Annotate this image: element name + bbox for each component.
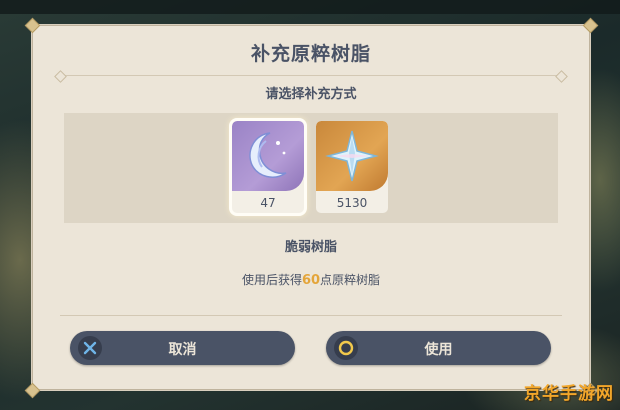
description-suffix: 点原粹树脂	[320, 273, 381, 287]
selected-item-name: 脆弱树脂	[284, 240, 337, 255]
rarity-background	[316, 121, 388, 191]
item-selection-area: 47 5130	[64, 113, 558, 223]
replenish-resin-dialog: 补充原粹树脂 请选择补充方式 47 5130 脆弱树脂 使用后获得60点原粹树脂…	[31, 24, 591, 391]
site-watermark: 京华手游网	[524, 384, 614, 404]
button-divider	[60, 315, 562, 316]
cancel-label: 取消	[168, 342, 197, 358]
item-count: 47	[260, 196, 276, 210]
use-label: 使用	[424, 342, 453, 358]
cancel-button[interactable]: 取消	[70, 331, 295, 365]
resin-amount: 60	[301, 273, 321, 288]
dialog-subtitle: 请选择补充方式	[265, 87, 357, 102]
fragile-resin-item[interactable]: 47	[232, 121, 304, 213]
corner-ornament	[25, 18, 39, 32]
primogem-item[interactable]: 5130	[316, 121, 388, 213]
item-count: 5130	[336, 196, 368, 210]
dialog-title: 补充原粹树脂	[250, 43, 371, 65]
rarity-background	[232, 121, 304, 191]
item-effect-description: 使用后获得60点原粹树脂	[32, 271, 590, 288]
corner-ornament	[583, 18, 597, 32]
description-prefix: 使用后获得	[241, 273, 302, 287]
top-bar	[0, 0, 620, 14]
crescent-moon-resin-icon	[249, 132, 287, 178]
primogem-star-icon	[325, 130, 379, 182]
corner-ornament	[25, 383, 39, 397]
title-divider	[60, 75, 562, 76]
use-button[interactable]: 使用	[326, 331, 551, 365]
